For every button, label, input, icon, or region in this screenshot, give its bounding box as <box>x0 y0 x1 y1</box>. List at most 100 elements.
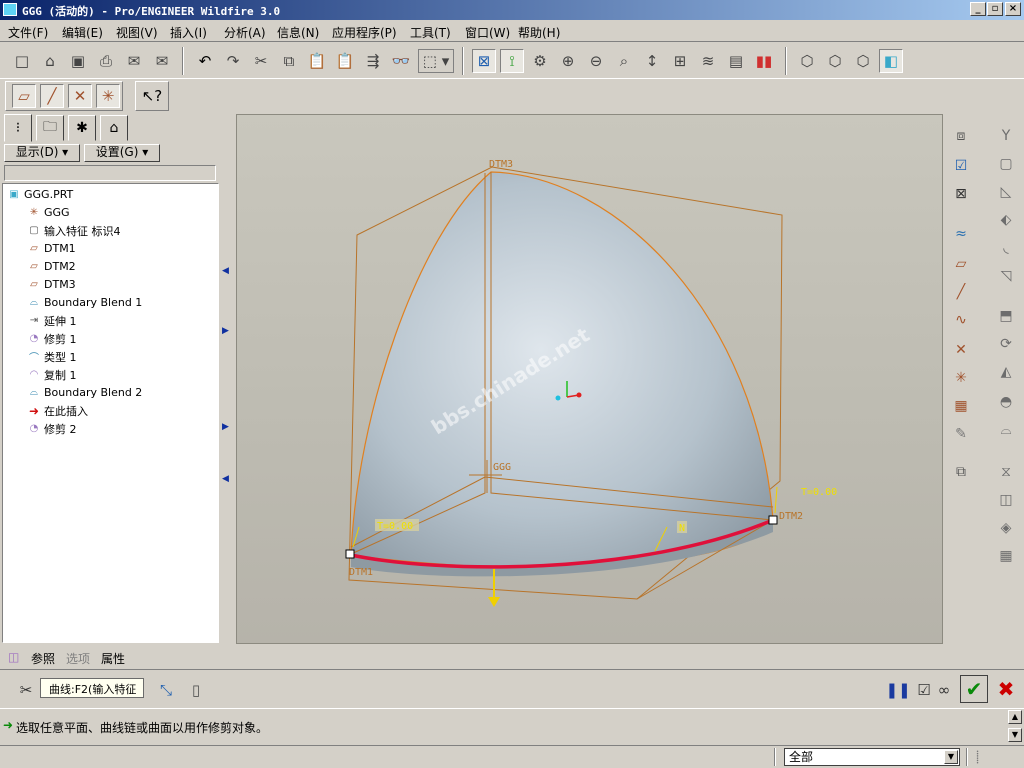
email-icon[interactable]: ✉ <box>122 49 146 73</box>
close-button[interactable]: × <box>1005 2 1021 16</box>
menu-tools[interactable]: 工具(T) <box>410 24 451 41</box>
tree-item[interactable]: ▱ DTM3 <box>27 276 76 293</box>
tab-references[interactable]: 参照 <box>31 650 55 667</box>
trim-tool-icon[interactable]: ◈ <box>994 516 1018 540</box>
tab-connections[interactable]: ⌂ <box>100 115 128 141</box>
menu-view[interactable]: 视图(V) <box>116 24 158 41</box>
saved-views-icon[interactable]: ⊞ <box>668 49 692 73</box>
datum-curve-tool-icon[interactable]: ∿ <box>948 308 974 332</box>
label-t-right[interactable]: T=0.00 <box>801 487 837 498</box>
email-link-icon[interactable]: ✉ <box>150 49 174 73</box>
save-icon[interactable]: ▣ <box>66 49 90 73</box>
selection-filter-dropdown[interactable]: ⬚ ▾ <box>418 49 454 73</box>
thicken-icon[interactable]: ▯ <box>184 678 208 702</box>
shading-icon[interactable]: ◧ <box>879 49 903 73</box>
tree-item[interactable]: ➜ 在此插入 <box>27 402 88 419</box>
close-view-icon[interactable]: ⊠ <box>948 182 974 206</box>
datum-point-display-icon[interactable]: ✕ <box>68 84 92 108</box>
copy-icon[interactable]: ⧉ <box>277 49 301 73</box>
expand-right-icon[interactable]: ▶ <box>222 326 229 336</box>
menu-file[interactable]: 文件(F) <box>8 24 48 41</box>
pause-icon[interactable]: ❚❚ <box>885 678 910 702</box>
menu-window[interactable]: 窗口(W) <box>465 24 510 41</box>
tab-favorites[interactable]: ✱ <box>68 115 96 141</box>
tab-folder-browser[interactable]: 🗀 <box>36 115 64 141</box>
csys-display-icon[interactable]: ✳ <box>96 84 120 108</box>
redo-icon[interactable]: ↷ <box>221 49 245 73</box>
tree-root[interactable]: ▣ GGG.PRT <box>7 186 73 203</box>
datum-axis-tool-icon[interactable]: ╱ <box>948 280 974 304</box>
filter-dropdown-arrow[interactable]: ▼ <box>944 750 958 764</box>
tree-item[interactable]: ⌒ 类型 1 <box>27 348 77 365</box>
new-file-icon[interactable]: □ <box>10 49 34 73</box>
draft-icon[interactable]: ⬖ <box>994 208 1018 232</box>
zoom-in-icon[interactable]: ⊕ <box>556 49 580 73</box>
blend-icon[interactable]: ◓ <box>994 390 1018 414</box>
check-icon[interactable]: ☑ <box>948 154 974 178</box>
sweep-icon[interactable]: ◭ <box>994 360 1018 384</box>
datum-point-tool-icon[interactable]: ✕ <box>948 338 974 362</box>
tab-model-tree[interactable]: ⁝ <box>4 114 32 142</box>
datum-plane-tool-icon[interactable]: ▱ <box>948 252 974 276</box>
datum-plane-display-icon[interactable]: ▱ <box>12 84 36 108</box>
message-scroll-down[interactable]: ▼ <box>1008 728 1022 742</box>
chamfer-icon[interactable]: ◹ <box>994 264 1018 288</box>
message-scroll-up[interactable]: ▲ <box>1008 710 1022 724</box>
menu-insert[interactable]: 插入(I) <box>170 24 207 41</box>
resize-grip-icon[interactable]: ⸽ <box>976 748 979 765</box>
undo-icon[interactable]: ↶ <box>193 49 217 73</box>
zoom-out-icon[interactable]: ⊖ <box>584 49 608 73</box>
minimize-button[interactable]: _ <box>970 2 986 16</box>
datum-axis-display-icon[interactable]: ╱ <box>40 84 64 108</box>
settings-dropdown[interactable]: 设置(G) ▾ <box>84 144 160 162</box>
options-tool-icon[interactable]: ⧉ <box>948 460 974 484</box>
datum-axis-toggle-icon[interactable]: ⟟ <box>500 49 524 73</box>
paste-icon[interactable]: 📋 <box>305 49 329 73</box>
layer-display-icon[interactable]: ⧈ <box>948 124 974 148</box>
expand-right-icon[interactable]: ▶ <box>222 422 229 432</box>
collapse-left-icon[interactable]: ◀ <box>222 474 229 484</box>
curve-endpoint-right[interactable] <box>768 515 778 525</box>
analysis-feature-icon[interactable]: ▦ <box>948 394 974 418</box>
wireframe-icon[interactable]: ⬡ <box>795 49 819 73</box>
hidden-line-icon[interactable]: ⬡ <box>823 49 847 73</box>
spin-center-icon[interactable]: ⚙ <box>528 49 552 73</box>
refit-icon[interactable]: ⌕ <box>612 49 636 73</box>
tree-item[interactable]: ✳ GGG <box>27 204 70 221</box>
tree-item[interactable]: ◠ 复制 1 <box>27 366 77 383</box>
rib-icon[interactable]: ◺ <box>994 180 1018 204</box>
mirror-icon[interactable]: ⧖ <box>994 460 1018 484</box>
ok-button[interactable]: ✔ <box>960 675 988 703</box>
hole-icon[interactable]: Y <box>994 124 1018 148</box>
curve-endpoint-left[interactable] <box>345 549 355 559</box>
tab-options[interactable]: 选项 <box>66 650 90 667</box>
label-n[interactable]: N <box>679 523 685 534</box>
orient-icon[interactable]: ↕ <box>640 49 664 73</box>
selection-filter-select[interactable]: 全部 <box>784 748 960 766</box>
surface-body[interactable] <box>350 171 774 568</box>
menu-edit[interactable]: 编辑(E) <box>62 24 103 41</box>
flip-direction-icon[interactable]: ⤡ <box>154 678 178 702</box>
collapse-left-icon[interactable]: ◀ <box>222 266 229 276</box>
shell-icon[interactable]: ▢ <box>994 152 1018 176</box>
sketch-tool-icon[interactable]: ✎ <box>948 422 974 446</box>
cancel-button[interactable]: ✖ <box>992 675 1020 703</box>
open-file-icon[interactable]: ⌂ <box>38 49 62 73</box>
model-viewport[interactable]: DTM3 DTM2 DTM1 GGG T=0.00 T=0.00 N bbs.c… <box>237 115 944 645</box>
find-icon[interactable]: 👓 <box>389 49 413 73</box>
panel-splitter[interactable]: ◀ ▶ ▶ ◀ <box>221 114 233 644</box>
merge-icon[interactable]: ◫ <box>994 488 1018 512</box>
no-hidden-icon[interactable]: ⬡ <box>851 49 875 73</box>
layers-icon[interactable]: ≋ <box>696 49 720 73</box>
print-icon[interactable]: ⎙ <box>94 49 118 73</box>
pattern-icon[interactable]: ▦ <box>994 544 1018 568</box>
tree-item[interactable]: ⇥ 延伸 1 <box>27 312 77 329</box>
csys-tool-icon[interactable]: ✳ <box>948 366 974 390</box>
datum-display-icon[interactable]: ⊠ <box>472 49 496 73</box>
tree-item[interactable]: ◔ 修剪 2 <box>27 420 77 437</box>
tree-item[interactable]: ▢ 输入特征 标识4 <box>27 222 120 239</box>
view-manager-icon[interactable]: ▤ <box>724 49 748 73</box>
restore-button[interactable]: ▫ <box>987 2 1003 16</box>
round-icon[interactable]: ◟ <box>994 236 1018 260</box>
boundary-icon[interactable]: ⌓ <box>994 418 1018 442</box>
